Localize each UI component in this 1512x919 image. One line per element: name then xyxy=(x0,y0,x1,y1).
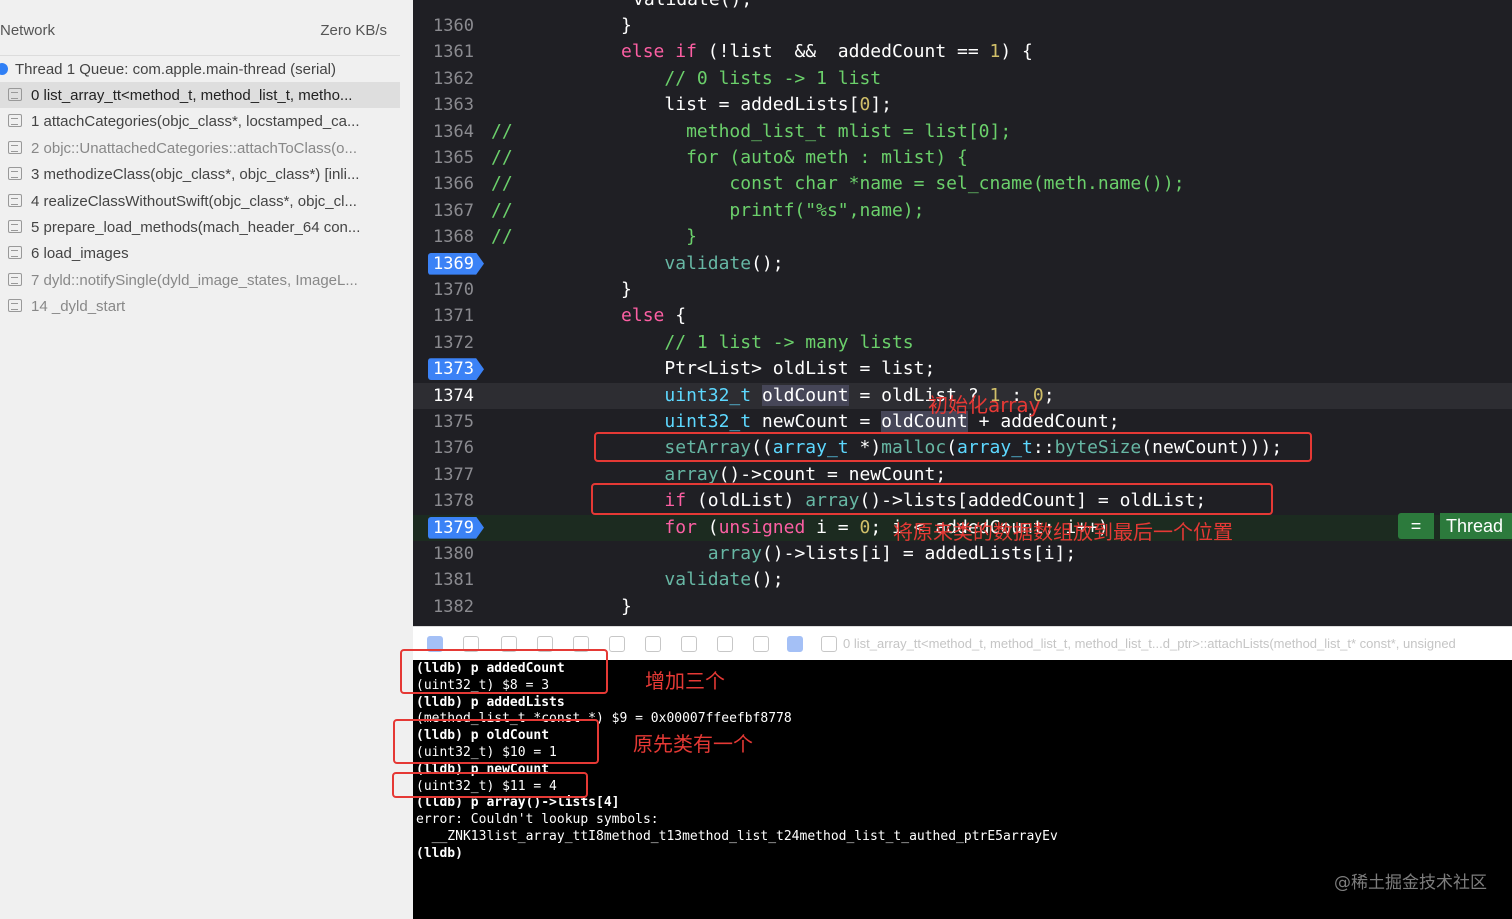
annotation-box xyxy=(591,483,1273,515)
annotation-move-old: 将原来类的数据数组放到最后一个位置 xyxy=(893,520,1233,544)
stack-frame[interactable]: 5 prepare_load_methods(mach_header_64 co… xyxy=(0,214,400,240)
code-line: 1362 // 0 lists -> 1 list xyxy=(433,67,882,89)
network-label: Network xyxy=(0,22,56,39)
divider xyxy=(0,55,400,56)
code-line: 1360 } xyxy=(433,15,632,36)
code-line: 1366// const char *name = sel_cname(meth… xyxy=(433,173,1185,195)
annotation-added-three: 增加三个 xyxy=(645,669,725,693)
watermark: @稀土掘金技术社区 xyxy=(1334,873,1487,893)
annotation-box xyxy=(594,432,1312,462)
lldb-console[interactable]: (lldb) p addedCount (uint32_t) $8 = 3 (l… xyxy=(392,649,1512,919)
memory-graph-icon[interactable] xyxy=(645,636,661,652)
annotation-box xyxy=(392,772,588,798)
code-line: validate(); xyxy=(413,0,1512,13)
frame-icon xyxy=(8,114,22,128)
stack-frame-list: 0 list_array_tt<method_t, method_list_t,… xyxy=(0,82,400,320)
code-line: 1372 // 1 list -> many lists xyxy=(433,331,914,353)
thread-label: Thread 1 Queue: com.apple.main-thread (s… xyxy=(15,61,336,78)
debug-navigator: Network Zero KB/s Thread 1 Queue: com.ap… xyxy=(0,0,413,919)
network-value: Zero KB/s xyxy=(320,22,387,39)
console-prompt: (lldb) xyxy=(416,845,463,861)
annotation-box xyxy=(393,719,599,764)
thread-icon xyxy=(0,63,8,75)
code-line: 1369 validate(); xyxy=(413,251,1512,277)
stack-frame[interactable]: 4 realizeClassWithoutSwift(objc_class*, … xyxy=(0,188,400,214)
code-line: 1373 Ptr<List> oldList = list; xyxy=(413,356,1512,382)
console-line: (lldb) p addedLists xyxy=(416,694,565,710)
thread-row[interactable]: Thread 1 Queue: com.apple.main-thread (s… xyxy=(0,58,400,82)
frame-icon xyxy=(8,140,22,154)
code-line: 1365// for (auto& meth : mlist) { xyxy=(433,147,968,168)
code-line: 1363 list = addedLists[0]; xyxy=(433,94,892,116)
code-line: 1361 else if (!list && addedCount == 1) … xyxy=(433,41,1033,63)
frame-icon xyxy=(8,299,22,313)
code-line: 1382 } xyxy=(433,595,632,617)
stack-frame[interactable]: 3 methodizeClass(objc_class*, objc_class… xyxy=(0,161,400,187)
annotation-originally-one: 原先类有一个 xyxy=(633,732,753,756)
network-gauge[interactable]: Network Zero KB/s xyxy=(0,18,400,46)
annotation-box xyxy=(400,649,608,694)
code-line: 1367// printf("%s",name); xyxy=(433,199,925,221)
thread-icon[interactable] xyxy=(787,636,803,652)
console-line: __ZNK13list_array_ttI8method_t13method_l… xyxy=(416,829,1058,844)
frame-icon xyxy=(8,219,22,233)
frame-icon xyxy=(8,193,22,207)
stack-frame[interactable]: 0 list_array_tt<method_t, method_list_t,… xyxy=(0,82,400,109)
frame-icon xyxy=(8,246,22,260)
console-line: error: Couldn't lookup symbols: xyxy=(416,812,659,828)
location-icon[interactable] xyxy=(717,636,733,652)
stack-frame[interactable]: 2 objc::UnattachedCategories::attachToCl… xyxy=(0,135,400,161)
thread-badge-icon: = xyxy=(1398,513,1434,539)
source-editor[interactable]: validate(); 1360 } 1361 else if (!list &… xyxy=(413,0,1512,626)
stack-frame[interactable]: 6 load_images xyxy=(0,240,400,266)
code-line: 1371 else { xyxy=(433,305,687,327)
frame-icon xyxy=(8,272,22,286)
code-line: 1368// } xyxy=(433,226,697,248)
annotation-init-array: 初始化array xyxy=(928,393,1041,417)
environment-icon[interactable] xyxy=(681,636,697,652)
frame-icon xyxy=(8,167,22,181)
frame-breadcrumb[interactable]: 0 list_array_tt<method_t, method_list_t,… xyxy=(843,636,1456,651)
frame-icon xyxy=(8,88,22,101)
stack-frame[interactable]: 14 _dyld_start xyxy=(0,293,400,319)
stack-frame[interactable]: 7 dyld::notifySingle(dyld_image_states, … xyxy=(0,267,400,293)
view-hierarchy-icon[interactable] xyxy=(609,636,625,652)
code-line: 1364// method_list_t mlist = list[0]; xyxy=(433,120,1012,142)
stack-frame[interactable]: 1 attachCategories(objc_class*, locstamp… xyxy=(0,108,400,134)
frame-icon[interactable] xyxy=(821,636,837,652)
process-icon[interactable] xyxy=(753,636,769,652)
thread-badge-label: Thread xyxy=(1440,513,1512,539)
code-line: 1381 validate(); xyxy=(433,569,784,591)
code-line: 1370 } xyxy=(433,279,632,300)
